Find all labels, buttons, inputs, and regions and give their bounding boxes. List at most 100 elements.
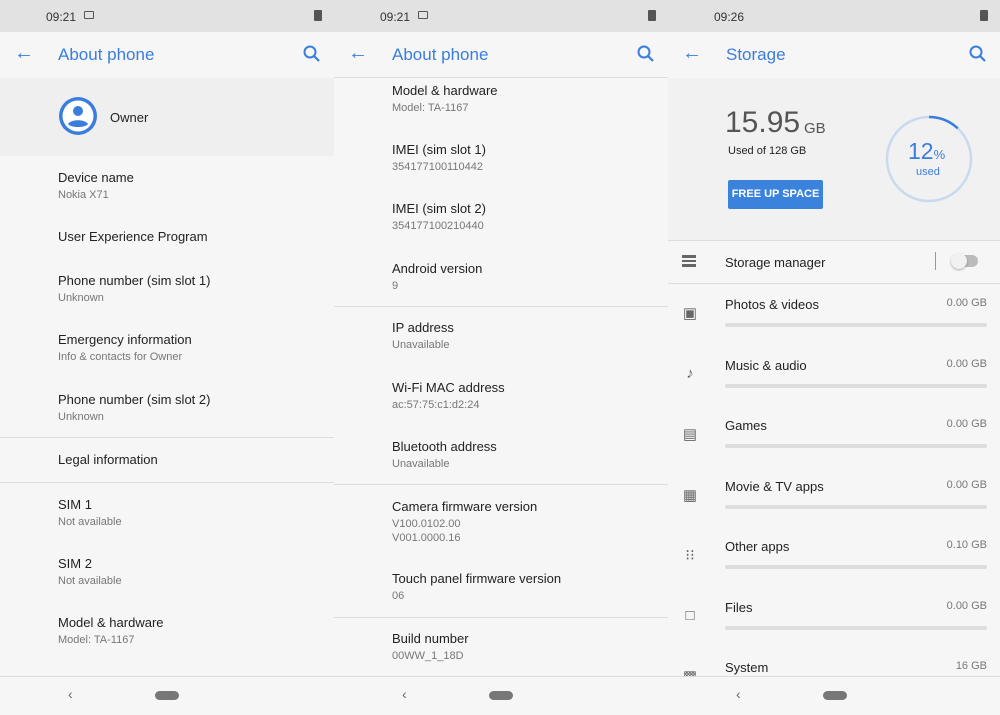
app-bar: ← About phone xyxy=(334,32,668,78)
item-subtitle: 354177100110442 xyxy=(392,161,483,173)
item-title: IMEI (sim slot 2) xyxy=(392,201,486,216)
nav-home-pill[interactable] xyxy=(155,691,179,700)
photos-icon: ▣ xyxy=(682,305,698,322)
nav-back-icon[interactable]: ‹ xyxy=(736,686,741,702)
item-subtitle: Model: TA-1167 xyxy=(392,102,469,114)
list-item[interactable]: Build number 00WW_1_18D xyxy=(392,631,658,663)
owner-name: Owner xyxy=(110,110,149,125)
item-subtitle: Unknown xyxy=(58,292,104,304)
storage-manager-icon xyxy=(682,255,696,267)
about-phone-panel-1: 09:21 ← About phone Owner Device name Nok… xyxy=(0,0,334,715)
item-subtitle: 06 xyxy=(392,590,405,602)
list-item[interactable]: IMEI (sim slot 2) 354177100210440 xyxy=(392,201,658,233)
app-bar: ← About phone xyxy=(0,32,334,78)
percent-label: used xyxy=(916,166,940,178)
item-title: SIM 2 xyxy=(58,556,92,571)
about-phone-panel-2: 09:21 ← About phone Model & hardware Mode… xyxy=(334,0,668,715)
percent-value: 12% xyxy=(908,138,945,165)
divider xyxy=(0,482,334,483)
item-title: User Experience Program xyxy=(58,229,208,244)
item-subtitle: Unavailable xyxy=(392,458,450,470)
category-label: Files xyxy=(725,599,753,615)
list-item[interactable]: Emergency information Info & contacts for… xyxy=(58,332,324,364)
category-usage-bar xyxy=(725,625,987,630)
divider xyxy=(334,617,668,618)
storage-category-row[interactable]: ♪ Music & audio 0.00 GB xyxy=(668,357,1000,415)
list-item[interactable]: Bluetooth address Unavailable xyxy=(392,439,658,471)
battery-icon xyxy=(648,10,656,21)
category-usage-bar xyxy=(725,444,987,448)
item-title: Phone number (sim slot 2) xyxy=(58,392,211,407)
item-title: Legal information xyxy=(58,452,158,467)
list-item[interactable]: Device name Nokia X71 xyxy=(58,170,324,202)
back-arrow-icon[interactable]: ← xyxy=(682,42,702,65)
free-up-space-button[interactable]: FREE UP SPACE xyxy=(728,180,823,209)
percent-sign: % xyxy=(933,147,946,162)
storage-manager-row[interactable]: Storage manager xyxy=(668,241,1000,284)
battery-icon xyxy=(314,10,322,21)
list-item[interactable]: Model & hardware Model: TA-1167 xyxy=(58,615,324,647)
list-item[interactable]: SIM 2 Not available xyxy=(58,556,324,588)
search-icon[interactable] xyxy=(636,44,656,64)
navigation-bar: ‹ xyxy=(334,676,668,715)
status-bar: 09:26 xyxy=(668,0,1000,32)
item-subtitle: 354177100210440 xyxy=(392,220,484,232)
item-subtitle: Nokia X71 xyxy=(58,189,109,201)
category-size: 0.00 GB xyxy=(946,418,987,430)
list-item[interactable]: Wi-Fi MAC address ac:57:75:c1:d2:24 xyxy=(392,380,658,412)
nav-back-icon[interactable]: ‹ xyxy=(402,686,407,702)
storage-manager-label: Storage manager xyxy=(725,255,826,270)
status-bar: 09:21 xyxy=(334,0,668,32)
back-arrow-icon[interactable]: ← xyxy=(14,42,34,65)
item-title: Wi-Fi MAC address xyxy=(392,380,505,395)
divider xyxy=(334,484,668,485)
list-item[interactable]: Legal information xyxy=(58,452,324,467)
storage-category-row[interactable]: ⁝⁝ Other apps 0.10 GB xyxy=(668,538,1000,596)
nav-back-icon[interactable]: ‹ xyxy=(68,686,73,702)
nav-home-pill[interactable] xyxy=(823,691,847,700)
item-title: Bluetooth address xyxy=(392,439,497,454)
status-bar: 09:21 xyxy=(0,0,334,32)
storage-category-row[interactable]: ▤ Games 0.00 GB xyxy=(668,417,1000,475)
nav-home-pill[interactable] xyxy=(489,691,513,700)
category-usage-bar xyxy=(725,383,987,388)
owner-header[interactable]: Owner xyxy=(0,78,334,156)
back-arrow-icon[interactable]: ← xyxy=(348,42,368,65)
list-item[interactable]: SIM 1 Not available xyxy=(58,497,324,529)
list-item[interactable]: Touch panel firmware version 06 xyxy=(392,571,658,603)
search-icon[interactable] xyxy=(302,44,322,64)
item-subtitle: Not available xyxy=(58,575,122,587)
folder-icon: □ xyxy=(685,606,695,624)
item-subtitle: 9 xyxy=(392,280,399,292)
used-of-total: Used of 128 GB xyxy=(728,145,807,157)
music-note-icon: ♪ xyxy=(686,364,694,382)
storage-category-row[interactable]: ▦ Movie & TV apps 0.00 GB xyxy=(668,478,1000,536)
storage-category-row[interactable]: ▣ Photos & videos 0.00 GB xyxy=(668,296,1000,354)
list-item[interactable]: Phone number (sim slot 1) Unknown xyxy=(58,273,324,305)
list-item[interactable]: IMEI (sim slot 1) 354177100110442 xyxy=(392,142,658,174)
category-label: Movie & TV apps xyxy=(725,478,824,494)
page-title: About phone xyxy=(58,45,155,64)
item-title: Build number xyxy=(392,631,469,646)
list-item[interactable]: User Experience Program xyxy=(58,229,324,244)
search-icon[interactable] xyxy=(968,44,988,64)
list-item[interactable]: Android version 9 xyxy=(392,261,658,293)
item-subtitle: V100.0102.00 V001.0000.16 xyxy=(392,518,461,544)
keyboard-icon xyxy=(418,11,428,19)
item-title: IMEI (sim slot 1) xyxy=(392,142,486,157)
divider xyxy=(0,437,334,438)
list-item[interactable]: Camera firmware version V100.0102.00 V001… xyxy=(392,499,658,545)
item-title: Emergency information xyxy=(58,332,192,347)
category-size: 0.00 GB xyxy=(946,297,987,309)
storage-category-row[interactable]: □ Files 0.00 GB xyxy=(668,599,1000,657)
category-size: 16 GB xyxy=(955,660,987,672)
list-item[interactable]: Model & hardware Model: TA-1167 xyxy=(392,83,658,115)
storage-manager-toggle[interactable] xyxy=(951,253,978,269)
item-subtitle: Unknown xyxy=(58,411,104,423)
apps-grid-icon: ⁝⁝ xyxy=(685,547,695,564)
navigation-bar: ‹ xyxy=(668,676,1000,715)
list-item[interactable]: IP address Unavailable xyxy=(392,320,658,352)
status-time: 09:21 xyxy=(380,10,411,24)
list-item[interactable]: Phone number (sim slot 2) Unknown xyxy=(58,392,324,424)
used-unit: GB xyxy=(804,120,826,137)
